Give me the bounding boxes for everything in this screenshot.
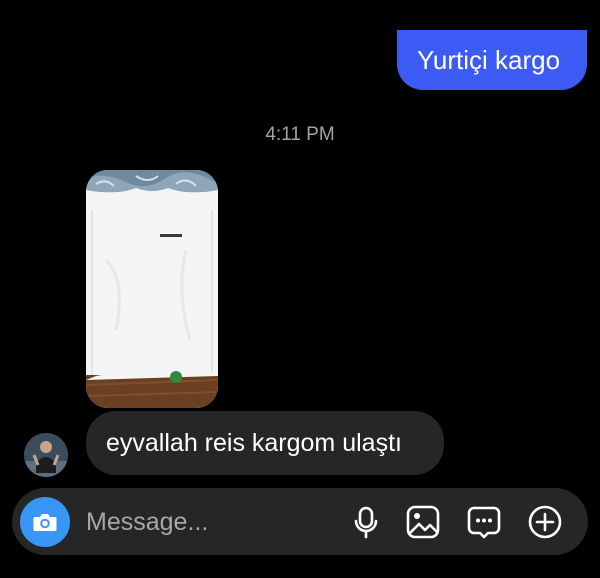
camera-button[interactable] [20, 497, 70, 547]
chat-screen: Yurtiçi kargo 4:11 PM eyvallah reis karg… [0, 0, 600, 578]
sticker-icon[interactable] [466, 504, 502, 540]
photo-attachment[interactable] [86, 170, 218, 408]
avatar-image [24, 433, 68, 477]
sender-avatar[interactable] [24, 433, 68, 477]
received-message-text: eyvallah reis kargom ulaştı [106, 429, 402, 457]
tshirt-photo-image [86, 170, 218, 408]
received-message-bubble[interactable]: eyvallah reis kargom ulaştı [86, 411, 444, 475]
sent-message-bubble[interactable]: Yurtiçi kargo [397, 30, 587, 90]
microphone-icon[interactable] [348, 504, 384, 540]
gallery-icon[interactable] [405, 504, 441, 540]
camera-icon [33, 514, 57, 531]
message-composer [12, 488, 588, 555]
message-timestamp: 4:11 PM [265, 124, 335, 145]
sent-message-text: Yurtiçi kargo [417, 45, 561, 75]
plus-icon[interactable] [527, 504, 563, 540]
message-input[interactable] [86, 505, 326, 539]
